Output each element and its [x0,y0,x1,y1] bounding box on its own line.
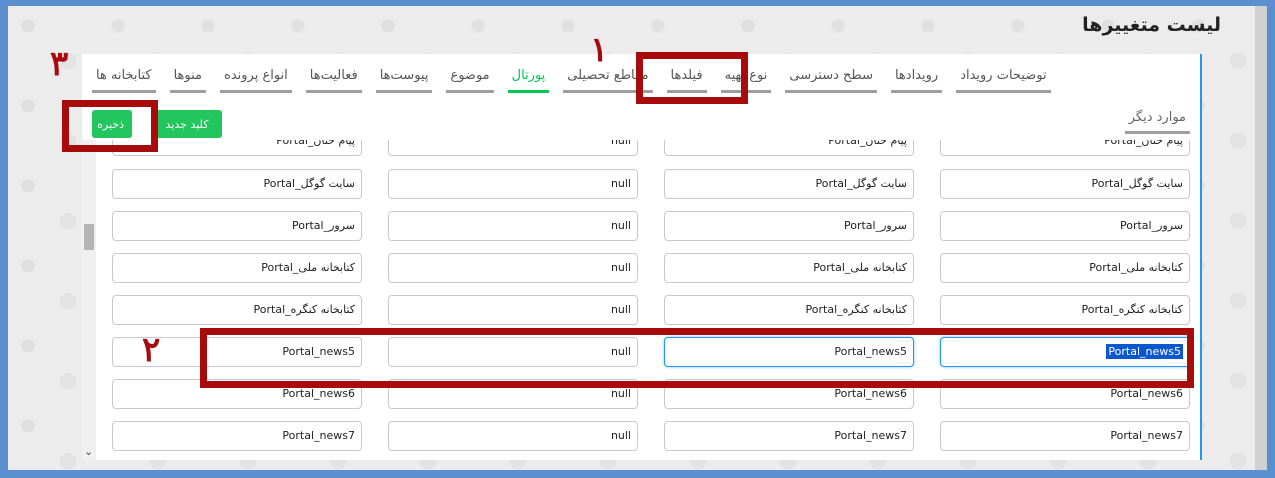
table-row: Portal_news7 Portal_news7 null Portal_ne… [92,421,1192,457]
key-cell[interactable]: Portal_کتابخانه کنگره [940,295,1190,325]
value-cell[interactable]: null [388,169,638,199]
tab-attachments[interactable]: پیوست‌ها [375,66,433,93]
tab-portal[interactable]: پورتال [507,66,550,93]
table-row: Portal_سرور Portal_سرور null Portal_سرور [92,211,1192,247]
annotation-box-row [200,328,1194,388]
title-cell[interactable]: Portal_کتابخانه ملی [664,253,914,283]
value-cell[interactable]: null [388,140,638,156]
table-row: Portal_کتابخانه ملی Portal_کتابخانه ملی … [92,253,1192,289]
variables-grid: Portal_پیام حنان Portal_پیام حنان null P… [92,140,1192,460]
title-cell[interactable]: Portal_پیام حنان [664,140,914,156]
tab-event-descriptions[interactable]: توضیحات رویداد [956,66,1051,93]
annotation-box-portal-tab [636,52,748,104]
tab-activities[interactable]: فعالیت‌ها [305,66,362,93]
page-title: لیست متغییرها [1082,14,1221,36]
tab-libraries[interactable]: کتابخانه ها [92,66,156,93]
description-cell[interactable]: Portal_کتابخانه ملی [112,253,362,283]
tab-other[interactable]: موارد دیگر [1124,108,1190,134]
key-cell[interactable]: Portal_پیام حنان [940,140,1190,156]
key-cell[interactable]: Portal_سرور [940,211,1190,241]
annotation-number-2: ۲ [142,330,161,370]
table-row: Portal_کتابخانه کنگره Portal_کتابخانه کن… [92,295,1192,331]
new-key-button[interactable]: کلید جدید [152,110,222,138]
value-cell[interactable]: null [388,295,638,325]
table-row: Portal_پیام حنان Portal_پیام حنان null P… [92,140,1192,162]
tab-events[interactable]: رویدادها [890,66,943,93]
tab-access-level[interactable]: سطح دسترسی [785,66,877,93]
value-cell[interactable]: null [388,253,638,283]
tab-menus[interactable]: منوها [169,66,207,93]
annotation-number-1: ۱ [590,30,609,70]
tab-file-types[interactable]: انواع پرونده [220,66,292,93]
tab-subject[interactable]: موضوع [446,66,494,93]
value-cell[interactable]: null [388,421,638,451]
title-cell[interactable]: Portal_news7 [664,421,914,451]
key-cell[interactable]: Portal_کتابخانه ملی [940,253,1190,283]
key-cell[interactable]: Portal_news7 [940,421,1190,451]
description-cell[interactable]: Portal_کتابخانه کنگره [112,295,362,325]
variables-panel: کتابخانه ها منوها انواع پرونده فعالیت‌ها… [82,54,1202,460]
table-row: Portal_سایت گوگل Portal_سایت گوگل null P… [92,169,1192,205]
page-scrollbar[interactable] [1255,6,1267,470]
title-cell[interactable]: Portal_کتابخانه کنگره [664,295,914,325]
title-cell[interactable]: Portal_سرور [664,211,914,241]
title-cell[interactable]: Portal_سایت گوگل [664,169,914,199]
key-cell[interactable]: Portal_سایت گوگل [940,169,1190,199]
description-cell[interactable]: Portal_سرور [112,211,362,241]
description-cell[interactable]: Portal_سایت گوگل [112,169,362,199]
annotation-box-save [62,100,158,152]
annotation-number-3: ۳ [50,44,69,84]
value-cell[interactable]: null [388,211,638,241]
description-cell[interactable]: Portal_news7 [112,421,362,451]
